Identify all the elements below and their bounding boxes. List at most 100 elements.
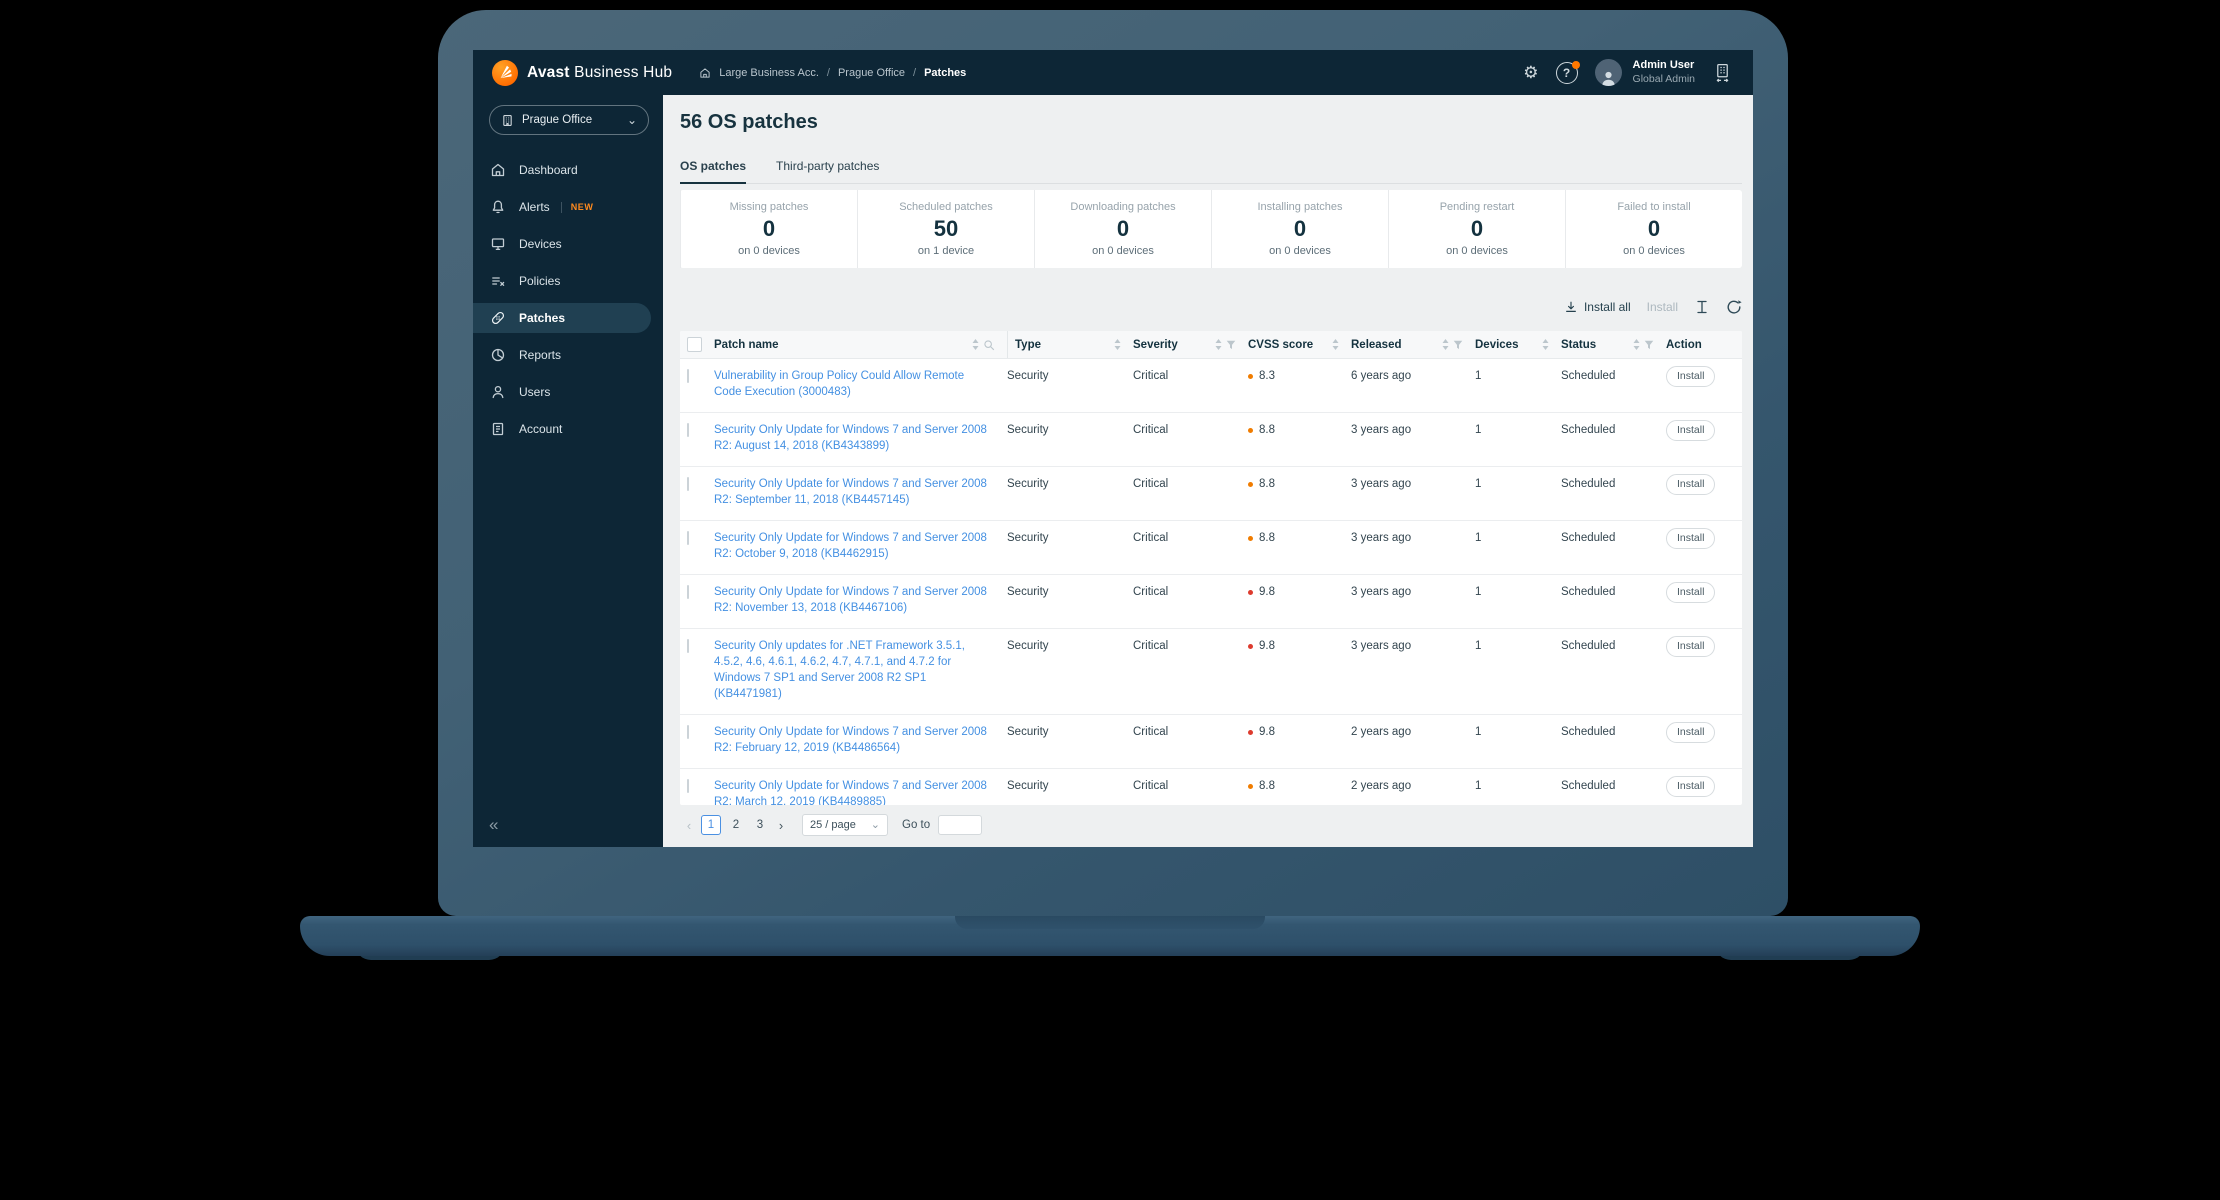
install-row-button[interactable]: Install bbox=[1666, 582, 1716, 603]
help-icon[interactable]: ? bbox=[1555, 60, 1580, 84]
sidebar-item-devices[interactable]: Devices bbox=[473, 229, 663, 259]
page-1[interactable]: 1 bbox=[701, 815, 721, 835]
patch-name-link[interactable]: Security Only Update for Windows 7 and S… bbox=[707, 584, 1007, 616]
avatar[interactable] bbox=[1594, 59, 1622, 86]
patch-stats: Missing patches 0 on 0 devices Scheduled… bbox=[680, 190, 1742, 268]
tab-third-party-patches[interactable]: Third-party patches bbox=[776, 159, 879, 184]
stat-card: Scheduled patches 50 on 1 device bbox=[857, 190, 1034, 268]
avast-business-hub-app: Avast Business Hub Large Business Acc. /… bbox=[473, 50, 1753, 847]
install-row-button[interactable]: Install bbox=[1666, 776, 1716, 797]
stat-label: Scheduled patches bbox=[899, 201, 993, 213]
next-page-icon[interactable]: › bbox=[772, 818, 790, 833]
row-checkbox[interactable] bbox=[687, 369, 689, 383]
table-row: Security Only updates for .NET Framework… bbox=[680, 629, 1742, 715]
sidebar-item-account[interactable]: Account bbox=[473, 414, 663, 444]
account-card-icon bbox=[492, 422, 504, 436]
page-size-select[interactable]: 25 / page ⌄ bbox=[802, 814, 888, 836]
sidebar-item-dashboard[interactable]: Dashboard bbox=[473, 155, 663, 185]
org-selector[interactable]: Prague Office ⌄ bbox=[489, 105, 649, 135]
pie-chart-icon bbox=[491, 348, 505, 362]
filter-icon[interactable] bbox=[1453, 340, 1463, 350]
patch-name-link[interactable]: Security Only Update for Windows 7 and S… bbox=[707, 422, 1007, 454]
install-row-button[interactable]: Install bbox=[1666, 722, 1716, 743]
row-checkbox[interactable] bbox=[687, 725, 689, 739]
install-button[interactable]: Install bbox=[1647, 300, 1678, 314]
home-icon bbox=[491, 163, 505, 177]
user-name: Admin User bbox=[1632, 59, 1695, 72]
patch-type: Security bbox=[1007, 532, 1049, 544]
row-checkbox[interactable] bbox=[687, 531, 689, 545]
sort-icon[interactable] bbox=[1442, 339, 1449, 350]
column-header: Status bbox=[1561, 338, 1597, 351]
install-row-button[interactable]: Install bbox=[1666, 366, 1716, 387]
stat-devices: on 0 devices bbox=[1092, 245, 1154, 257]
patch-severity: Critical bbox=[1133, 370, 1169, 382]
patch-name-link[interactable]: Security Only Update for Windows 7 and S… bbox=[707, 530, 1007, 562]
cvss-dot bbox=[1248, 428, 1253, 433]
patch-name-link[interactable]: Security Only Update for Windows 7 and S… bbox=[707, 476, 1007, 508]
stat-devices: on 1 device bbox=[917, 245, 975, 257]
patch-released: 3 years ago bbox=[1351, 478, 1412, 490]
row-checkbox[interactable] bbox=[687, 639, 689, 653]
goto-page-input[interactable] bbox=[938, 815, 983, 835]
stat-card: Pending restart 0 on 0 devices bbox=[1388, 190, 1565, 268]
install-all-button[interactable]: Install all bbox=[1564, 300, 1631, 314]
stat-label: Installing patches bbox=[1257, 201, 1343, 213]
breadcrumb-item[interactable]: Large Business Acc. bbox=[719, 67, 819, 79]
row-checkbox[interactable] bbox=[687, 779, 689, 793]
stat-value: 0 bbox=[1116, 216, 1130, 241]
sort-icon[interactable] bbox=[1633, 339, 1640, 350]
install-row-button[interactable]: Install bbox=[1666, 636, 1716, 657]
patch-status: Scheduled bbox=[1561, 424, 1616, 436]
sort-icon[interactable] bbox=[1215, 339, 1222, 350]
sidebar-item-alerts[interactable]: Alerts NEW bbox=[473, 192, 663, 222]
tabs: OS patches Third-party patches bbox=[680, 159, 1742, 184]
patch-name-link[interactable]: Vulnerability in Group Policy Could Allo… bbox=[707, 368, 1007, 400]
tab-os-patches[interactable]: OS patches bbox=[680, 159, 747, 184]
divider bbox=[560, 201, 562, 213]
row-checkbox[interactable] bbox=[687, 585, 689, 599]
patch-status: Scheduled bbox=[1561, 478, 1616, 490]
patch-name-link[interactable]: Security Only updates for .NET Framework… bbox=[707, 638, 1007, 702]
column-header: Released bbox=[1351, 338, 1402, 351]
user-menu[interactable]: Admin User Global Admin bbox=[1633, 59, 1695, 86]
sidebar-item-reports[interactable]: Reports bbox=[473, 340, 663, 370]
sort-icon[interactable] bbox=[1542, 339, 1549, 350]
filter-icon[interactable] bbox=[1226, 340, 1236, 350]
sidebar-item-patches[interactable]: Patches bbox=[473, 303, 651, 333]
gear-icon[interactable]: ⚙ bbox=[1523, 64, 1538, 81]
breadcrumb-item[interactable]: Prague Office bbox=[838, 67, 905, 79]
sort-icon[interactable] bbox=[1114, 339, 1121, 350]
user-role: Global Admin bbox=[1632, 72, 1695, 85]
row-height-icon[interactable] bbox=[1694, 299, 1710, 315]
patch-severity: Critical bbox=[1133, 478, 1169, 490]
patch-type: Security bbox=[1007, 640, 1049, 652]
select-all-checkbox[interactable] bbox=[687, 337, 702, 352]
row-checkbox[interactable] bbox=[687, 423, 689, 437]
install-row-button[interactable]: Install bbox=[1666, 528, 1716, 549]
filter-icon[interactable] bbox=[1644, 340, 1654, 350]
patch-type: Security bbox=[1007, 780, 1049, 792]
search-icon[interactable] bbox=[983, 339, 995, 351]
install-row-button[interactable]: Install bbox=[1666, 474, 1716, 495]
column-header: Action bbox=[1666, 338, 1702, 351]
prev-page-icon[interactable]: ‹ bbox=[680, 818, 698, 833]
refresh-icon[interactable] bbox=[1726, 299, 1742, 315]
stat-devices: on 0 devices bbox=[738, 245, 800, 257]
row-checkbox[interactable] bbox=[687, 477, 689, 491]
install-row-button[interactable]: Install bbox=[1666, 420, 1716, 441]
sidebar-item-label: Patches bbox=[519, 311, 566, 325]
sidebar-item-policies[interactable]: Policies bbox=[473, 266, 663, 296]
patch-name-link[interactable]: Security Only Update for Windows 7 and S… bbox=[707, 778, 1007, 805]
page-2[interactable]: 2 bbox=[727, 816, 745, 834]
patch-name-link[interactable]: Security Only Update for Windows 7 and S… bbox=[707, 724, 1007, 756]
company-switcher-icon[interactable] bbox=[1712, 62, 1733, 83]
stat-card: Installing patches 0 on 0 devices bbox=[1211, 190, 1388, 268]
sidebar-collapse-icon[interactable]: « bbox=[489, 815, 498, 835]
patch-status: Scheduled bbox=[1561, 532, 1616, 544]
sort-icon[interactable] bbox=[972, 339, 979, 350]
sort-icon[interactable] bbox=[1332, 339, 1339, 350]
sidebar-item-users[interactable]: Users bbox=[473, 377, 663, 407]
column-header: Patch name bbox=[714, 338, 779, 351]
page-3[interactable]: 3 bbox=[751, 816, 769, 834]
